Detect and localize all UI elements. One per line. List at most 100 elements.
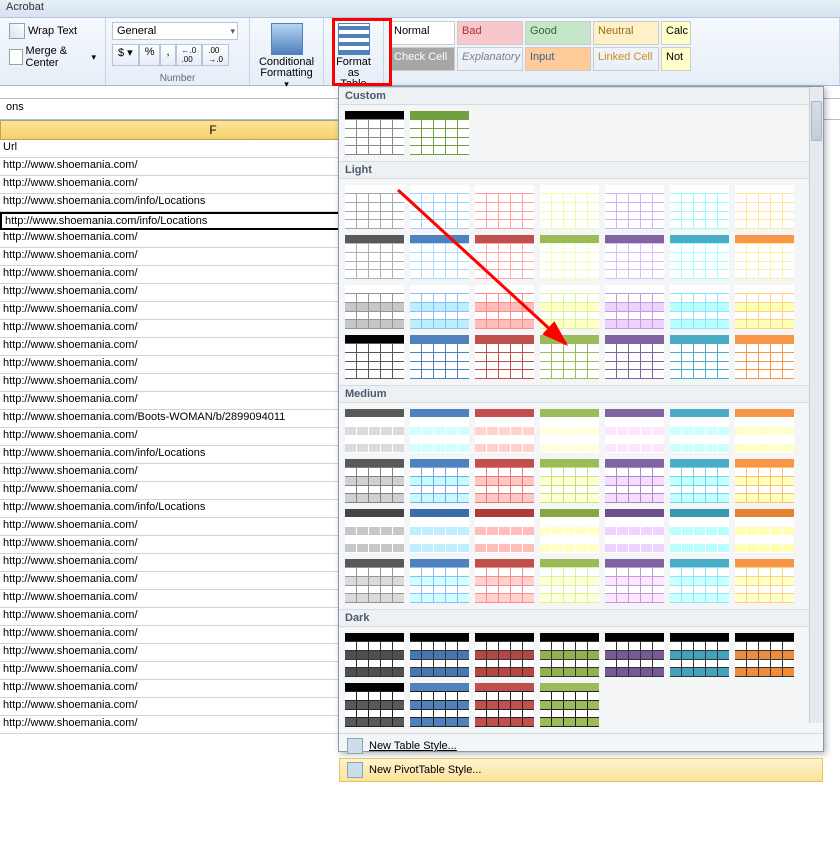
table-style-swatch[interactable] xyxy=(474,284,535,330)
table-style-swatch[interactable] xyxy=(734,284,795,330)
conditional-formatting-icon xyxy=(271,23,303,55)
table-style-swatch[interactable] xyxy=(344,184,405,230)
style-linked-cell[interactable]: Linked Cell xyxy=(593,47,659,71)
table-style-swatch[interactable] xyxy=(539,334,600,380)
table-style-swatch[interactable] xyxy=(474,184,535,230)
table-style-swatch[interactable] xyxy=(539,408,600,454)
style-calculation[interactable]: Calc xyxy=(661,21,691,45)
table-style-swatch[interactable] xyxy=(344,110,405,156)
table-style-swatch[interactable] xyxy=(669,408,730,454)
style-normal[interactable]: Normal xyxy=(389,21,455,45)
style-input[interactable]: Input xyxy=(525,47,591,71)
table-style-swatch[interactable] xyxy=(604,234,665,280)
conditional-formatting-button[interactable]: Conditional Formatting ▾ xyxy=(254,20,319,93)
table-style-swatch[interactable] xyxy=(734,632,795,678)
table-style-swatch[interactable] xyxy=(344,284,405,330)
table-style-swatch[interactable] xyxy=(539,632,600,678)
table-style-swatch[interactable] xyxy=(344,632,405,678)
table-style-swatch[interactable] xyxy=(409,234,470,280)
table-style-swatch[interactable] xyxy=(604,458,665,504)
table-style-swatch[interactable] xyxy=(539,682,600,728)
table-style-swatch[interactable] xyxy=(344,508,405,554)
table-style-swatch[interactable] xyxy=(409,558,470,604)
table-style-swatch[interactable] xyxy=(409,110,470,156)
table-style-swatch[interactable] xyxy=(734,558,795,604)
table-style-swatch[interactable] xyxy=(734,458,795,504)
wrap-text-button[interactable]: Wrap Text xyxy=(4,20,101,42)
table-style-swatch[interactable] xyxy=(669,284,730,330)
table-style-swatch[interactable] xyxy=(344,408,405,454)
table-style-swatch[interactable] xyxy=(604,408,665,454)
table-style-swatch[interactable] xyxy=(669,508,730,554)
table-icon xyxy=(347,738,363,754)
scrollbar-thumb[interactable] xyxy=(811,101,822,141)
table-style-swatch[interactable] xyxy=(669,184,730,230)
table-style-swatch[interactable] xyxy=(474,408,535,454)
table-style-swatch[interactable] xyxy=(409,284,470,330)
table-style-swatch[interactable] xyxy=(474,334,535,380)
table-style-swatch[interactable] xyxy=(474,234,535,280)
table-style-swatch[interactable] xyxy=(539,458,600,504)
title-bar: Acrobat xyxy=(0,0,840,18)
table-style-swatch[interactable] xyxy=(539,558,600,604)
table-style-swatch[interactable] xyxy=(669,334,730,380)
table-style-swatch[interactable] xyxy=(474,558,535,604)
table-style-swatch[interactable] xyxy=(539,184,600,230)
comma-button[interactable]: , xyxy=(160,44,175,66)
table-style-swatch[interactable] xyxy=(669,234,730,280)
new-pivottable-style-button[interactable]: New PivotTable Style... xyxy=(339,758,823,782)
style-note[interactable]: Not xyxy=(661,47,691,71)
table-style-swatch[interactable] xyxy=(344,682,405,728)
table-style-swatch[interactable] xyxy=(734,334,795,380)
table-style-swatch[interactable] xyxy=(669,632,730,678)
table-style-swatch[interactable] xyxy=(474,682,535,728)
number-format-combo[interactable]: General xyxy=(112,22,238,40)
style-bad[interactable]: Bad xyxy=(457,21,523,45)
table-style-swatch[interactable] xyxy=(409,334,470,380)
table-style-swatch[interactable] xyxy=(604,508,665,554)
table-style-swatch[interactable] xyxy=(474,458,535,504)
gallery-section-light: Light xyxy=(339,161,823,179)
style-check-cell[interactable]: Check Cell xyxy=(389,47,455,71)
table-style-swatch[interactable] xyxy=(409,682,470,728)
style-neutral[interactable]: Neutral xyxy=(593,21,659,45)
percent-button[interactable]: % xyxy=(139,44,161,66)
increase-decimal-button[interactable]: ←.0.00 xyxy=(176,44,203,66)
table-style-swatch[interactable] xyxy=(539,508,600,554)
table-style-swatch[interactable] xyxy=(474,508,535,554)
table-style-swatch[interactable] xyxy=(344,458,405,504)
table-style-swatch[interactable] xyxy=(734,508,795,554)
table-style-swatch[interactable] xyxy=(539,234,600,280)
table-style-swatch[interactable] xyxy=(604,334,665,380)
merge-center-label: Merge & Center xyxy=(26,45,90,69)
table-style-swatch[interactable] xyxy=(409,632,470,678)
decrease-decimal-button[interactable]: .00→.0 xyxy=(202,44,229,66)
new-table-style-button[interactable]: New Table Style... xyxy=(339,734,823,758)
table-style-swatch[interactable] xyxy=(409,408,470,454)
table-style-swatch[interactable] xyxy=(539,284,600,330)
table-style-swatch[interactable] xyxy=(604,632,665,678)
gallery-scrollbar[interactable] xyxy=(809,87,823,723)
table-style-swatch[interactable] xyxy=(734,234,795,280)
table-style-swatch[interactable] xyxy=(669,558,730,604)
table-style-swatch[interactable] xyxy=(734,408,795,454)
currency-button[interactable]: $ ▾ xyxy=(112,44,139,66)
table-style-swatch[interactable] xyxy=(344,558,405,604)
table-style-swatch[interactable] xyxy=(669,458,730,504)
table-style-swatch[interactable] xyxy=(604,184,665,230)
table-style-swatch[interactable] xyxy=(734,184,795,230)
style-explanatory[interactable]: Explanatory ... xyxy=(457,47,523,71)
cell-styles-gallery[interactable]: Normal Bad Good Neutral Calc xyxy=(388,20,835,46)
chevron-down-icon: ▾ xyxy=(284,79,289,90)
table-style-swatch[interactable] xyxy=(409,458,470,504)
table-style-swatch[interactable] xyxy=(344,234,405,280)
wrap-text-icon xyxy=(9,23,25,39)
merge-center-button[interactable]: Merge & Center ▾ xyxy=(4,42,101,72)
table-style-swatch[interactable] xyxy=(604,558,665,604)
table-style-swatch[interactable] xyxy=(604,284,665,330)
table-style-swatch[interactable] xyxy=(344,334,405,380)
table-style-swatch[interactable] xyxy=(409,184,470,230)
table-style-swatch[interactable] xyxy=(474,632,535,678)
style-good[interactable]: Good xyxy=(525,21,591,45)
table-style-swatch[interactable] xyxy=(409,508,470,554)
